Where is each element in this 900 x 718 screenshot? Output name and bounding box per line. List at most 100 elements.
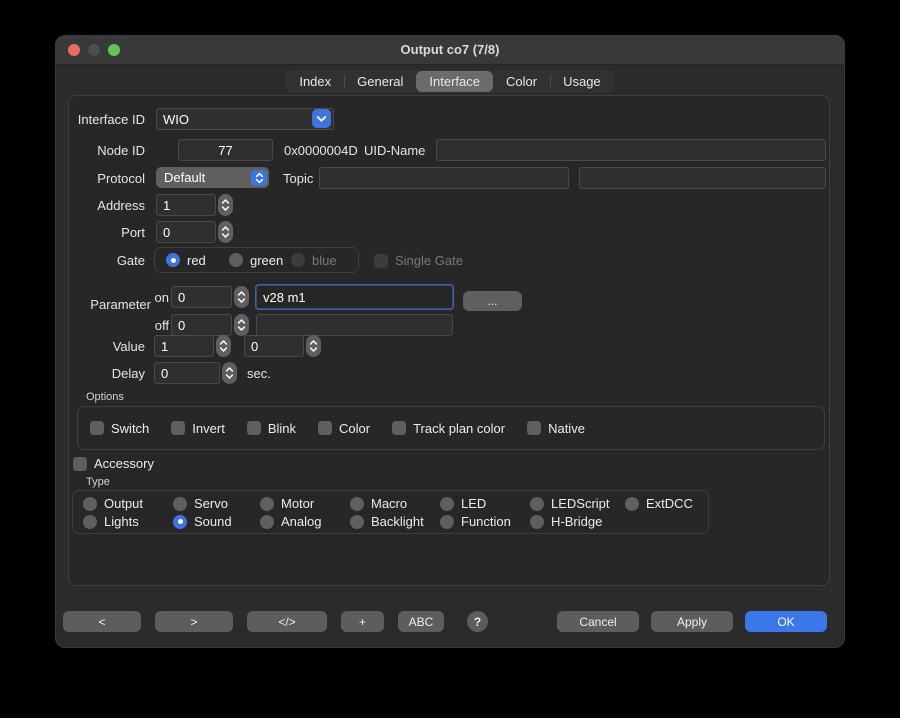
topic-field[interactable] [319,167,569,189]
value-stepper-2[interactable] [306,335,321,357]
value-field-1[interactable] [154,335,214,357]
checkbox-icon [171,421,185,435]
node-id-field[interactable] [178,139,273,161]
radio-icon [83,497,97,511]
protocol-popup-button [251,170,267,186]
radio-icon [440,515,454,529]
parameter-on-field[interactable] [171,286,232,308]
tab-index[interactable]: Index [286,71,344,92]
previous-button[interactable]: < [63,611,141,632]
cancel-button[interactable]: Cancel [557,611,639,632]
gate-red-radio[interactable]: red [166,253,229,268]
port-field[interactable] [156,221,216,243]
parameter-off-stepper[interactable] [234,314,249,336]
type-motor-radio[interactable]: Motor [260,496,350,511]
radio-icon [350,515,364,529]
stepper-updown-icon [237,290,246,304]
stepper-updown-icon [309,339,318,353]
radio-icon [350,497,364,511]
radio-icon [173,515,187,529]
type-ledscript-radio[interactable]: LEDScript [530,496,625,511]
value-field-2[interactable] [244,335,304,357]
option-switch-checkbox[interactable]: Switch [90,421,149,436]
type-macro-radio[interactable]: Macro [350,496,440,511]
parameter-off-label: off [129,318,169,333]
gate-label: Gate [69,253,145,268]
address-stepper[interactable] [218,194,233,216]
close-window-button[interactable] [68,44,80,56]
next-button[interactable]: > [155,611,233,632]
window-title: Output co7 (7/8) [401,42,500,57]
option-invert-checkbox[interactable]: Invert [171,421,225,436]
option-native-checkbox[interactable]: Native [527,421,585,436]
abc-button[interactable]: ABC [398,611,444,632]
type-output-radio[interactable]: Output [83,496,173,511]
delay-unit-label: sec. [247,366,271,381]
parameter-off-text-field[interactable] [256,314,453,336]
option-blink-checkbox[interactable]: Blink [247,421,296,436]
parameter-on-text-field[interactable] [256,285,453,309]
radio-icon [260,515,274,529]
uid-name-field[interactable] [436,139,826,161]
port-stepper[interactable] [218,221,233,243]
stepper-updown-icon [237,318,246,332]
checkbox-icon [392,421,406,435]
address-field[interactable] [156,194,216,216]
checkbox-icon [73,457,87,471]
protocol-popup[interactable]: Default [156,167,269,188]
topic-field-2[interactable] [579,167,826,189]
interface-id-combobox[interactable] [156,108,334,130]
type-function-radio[interactable]: Function [440,514,530,529]
delay-field[interactable] [154,362,220,384]
type-hbridge-radio[interactable]: H-Bridge [530,514,625,529]
parameter-off-field[interactable] [171,314,232,336]
tab-bar: Index General Interface Color Usage [55,70,845,93]
type-analog-radio[interactable]: Analog [260,514,350,529]
zoom-window-button[interactable] [108,44,120,56]
tab-usage[interactable]: Usage [550,71,614,92]
parameter-more-button[interactable]: ... [463,291,522,311]
ok-button[interactable]: OK [745,611,827,632]
delay-label: Delay [69,366,145,381]
delay-stepper[interactable] [222,362,237,384]
add-button[interactable]: + [341,611,384,632]
type-sound-radio[interactable]: Sound [173,514,260,529]
type-backlight-radio[interactable]: Backlight [350,514,440,529]
help-button[interactable]: ? [467,611,488,632]
radio-icon [260,497,274,511]
type-group: Output Servo Motor Macro LED [72,490,709,534]
type-lights-radio[interactable]: Lights [83,514,173,529]
value-label: Value [69,339,145,354]
node-id-hex-value: 0x0000004D [284,143,358,158]
options-group-label: Options [86,391,124,403]
accessory-checkbox[interactable]: Accessory [73,456,154,471]
gate-green-radio[interactable]: green [229,253,291,268]
minimize-window-button [88,44,100,56]
code-button[interactable]: </> [247,611,327,632]
options-group: Switch Invert Blink Color Track plan col… [77,406,825,450]
checkbox-icon [374,254,388,268]
type-extdcc-radio[interactable]: ExtDCC [625,496,708,511]
gate-group: red green blue [154,247,359,273]
option-track-plan-color-checkbox[interactable]: Track plan color [392,421,505,436]
dialog-window: Output co7 (7/8) Index General Interface… [55,35,845,648]
tab-color[interactable]: Color [493,71,550,92]
chevron-down-icon [316,115,327,123]
option-color-checkbox[interactable]: Color [318,421,370,436]
parameter-on-stepper[interactable] [234,286,249,308]
interface-id-dropdown-button[interactable] [312,109,331,128]
checkbox-icon [247,421,261,435]
value-stepper-1[interactable] [216,335,231,357]
tab-general[interactable]: General [344,71,416,92]
checkbox-icon [90,421,104,435]
stepper-updown-icon [221,225,230,239]
type-group-label: Type [86,476,110,488]
stepper-updown-icon [219,339,228,353]
type-led-radio[interactable]: LED [440,496,530,511]
checkbox-icon [527,421,541,435]
tab-interface[interactable]: Interface [416,71,493,92]
checkbox-icon [318,421,332,435]
type-servo-radio[interactable]: Servo [173,496,260,511]
apply-button[interactable]: Apply [651,611,733,632]
footer-button-bar: < > </> + ABC ? Cancel Apply OK [55,611,845,635]
